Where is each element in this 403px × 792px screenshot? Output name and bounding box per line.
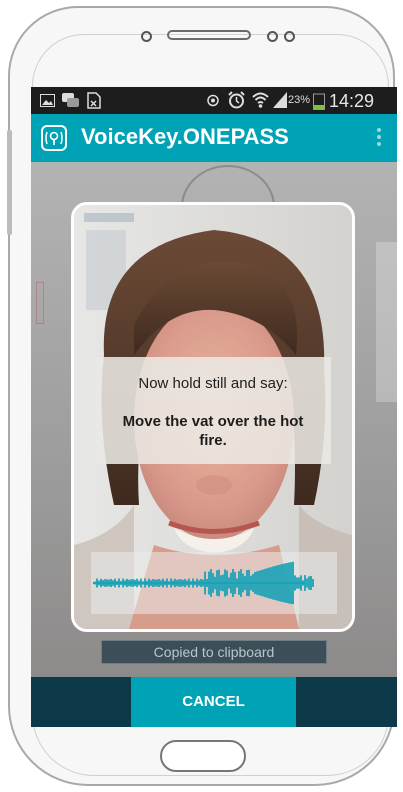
vibrate-icon bbox=[207, 94, 219, 107]
document-icon bbox=[87, 92, 101, 109]
front-camera-icon bbox=[141, 31, 152, 42]
prompt-phrase-line1: Move the vat over the hot bbox=[122, 413, 304, 430]
proximity-sensor-icon bbox=[267, 31, 278, 42]
toast-notification: Copied to clipboard bbox=[101, 640, 327, 664]
voicekey-logo-icon bbox=[41, 125, 67, 151]
light-sensor-icon bbox=[284, 31, 295, 42]
prompt-instruction: Now hold still and say: bbox=[138, 375, 288, 392]
home-button[interactable] bbox=[160, 740, 246, 772]
clock-time: 14:29 bbox=[329, 91, 375, 111]
alarm-icon bbox=[228, 91, 245, 109]
audio-waveform-panel bbox=[91, 552, 337, 614]
battery-percent: 23% bbox=[288, 94, 311, 106]
image-notification-icon bbox=[40, 94, 55, 107]
cancel-button[interactable]: CANCEL bbox=[131, 677, 296, 727]
speaker-grille bbox=[167, 30, 251, 40]
app-bar: VoiceKey.ONEPASS bbox=[31, 114, 397, 162]
prompt-phrase-line2: fire. bbox=[199, 432, 227, 449]
app-title: VoiceKey.ONEPASS bbox=[81, 124, 289, 149]
speech-prompt-panel: Now hold still and say: Move the vat ove… bbox=[95, 357, 331, 464]
overflow-menu-icon[interactable] bbox=[377, 128, 383, 150]
phone-screen: 23% 14:29 VoiceKey.ONEPASS Now hold stil… bbox=[31, 87, 397, 727]
status-bar: 23% 14:29 bbox=[31, 87, 397, 114]
messages-icon bbox=[62, 93, 79, 107]
wifi-icon bbox=[252, 92, 269, 108]
battery-icon bbox=[313, 93, 325, 110]
bottom-action-bar: CANCEL bbox=[31, 677, 397, 727]
audio-waveform bbox=[93, 561, 314, 605]
signal-icon bbox=[273, 92, 287, 108]
volume-button bbox=[7, 130, 12, 235]
